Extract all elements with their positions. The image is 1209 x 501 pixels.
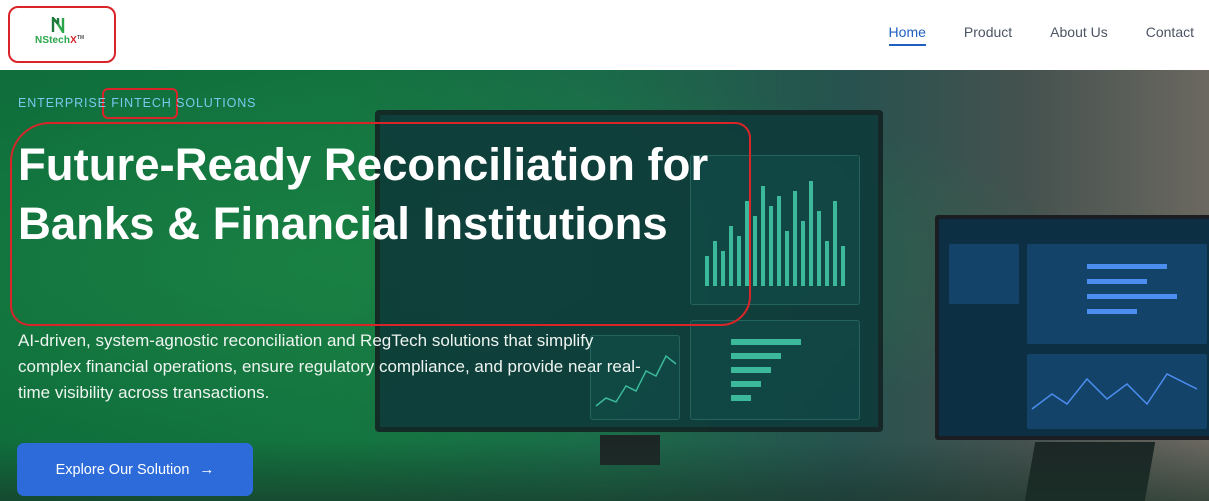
- explore-solution-label: Explore Our Solution: [55, 461, 190, 478]
- side-panel-c: [1027, 354, 1207, 429]
- nav-home[interactable]: Home: [888, 24, 927, 46]
- background-side-monitor: [935, 215, 1209, 440]
- brand-name: NStechXTM: [35, 35, 84, 46]
- arrow-right-icon: →: [199, 461, 215, 478]
- hero-section: ENTERPRISE FINTECH SOLUTIONS Future-Read…: [0, 70, 1209, 501]
- side-bars-graphic: [1087, 264, 1177, 314]
- main-nav: Home Product About Us Contact: [888, 24, 1194, 46]
- nav-about-us[interactable]: About Us: [1050, 24, 1108, 46]
- n-mark-icon: [51, 17, 65, 33]
- brand-logo[interactable]: NStechXTM: [8, 6, 116, 63]
- side-panel-a: [949, 244, 1019, 304]
- trademark-mark: TM: [76, 35, 85, 41]
- hero-eyebrow: ENTERPRISE FINTECH SOLUTIONS: [18, 96, 257, 110]
- hero-subtitle: AI-driven, system-agnostic reconciliatio…: [18, 331, 641, 402]
- side-line-graphic: [1031, 373, 1198, 410]
- nav-product[interactable]: Product: [964, 24, 1012, 46]
- horizontal-bars-graphic: [731, 339, 801, 401]
- dashboard-table-panel: [690, 320, 860, 420]
- nav-contact[interactable]: Contact: [1146, 24, 1194, 46]
- explore-solution-button[interactable]: Explore Our Solution →: [17, 443, 253, 496]
- brand-name-main: NStech: [35, 35, 71, 46]
- brand-name-accent: X: [70, 35, 77, 46]
- hero-title: Future-Ready Reconciliation for Banks & …: [18, 139, 709, 249]
- side-panel-b: [1027, 244, 1207, 344]
- site-header: NStechXTM Home Product About Us Contact: [0, 0, 1209, 70]
